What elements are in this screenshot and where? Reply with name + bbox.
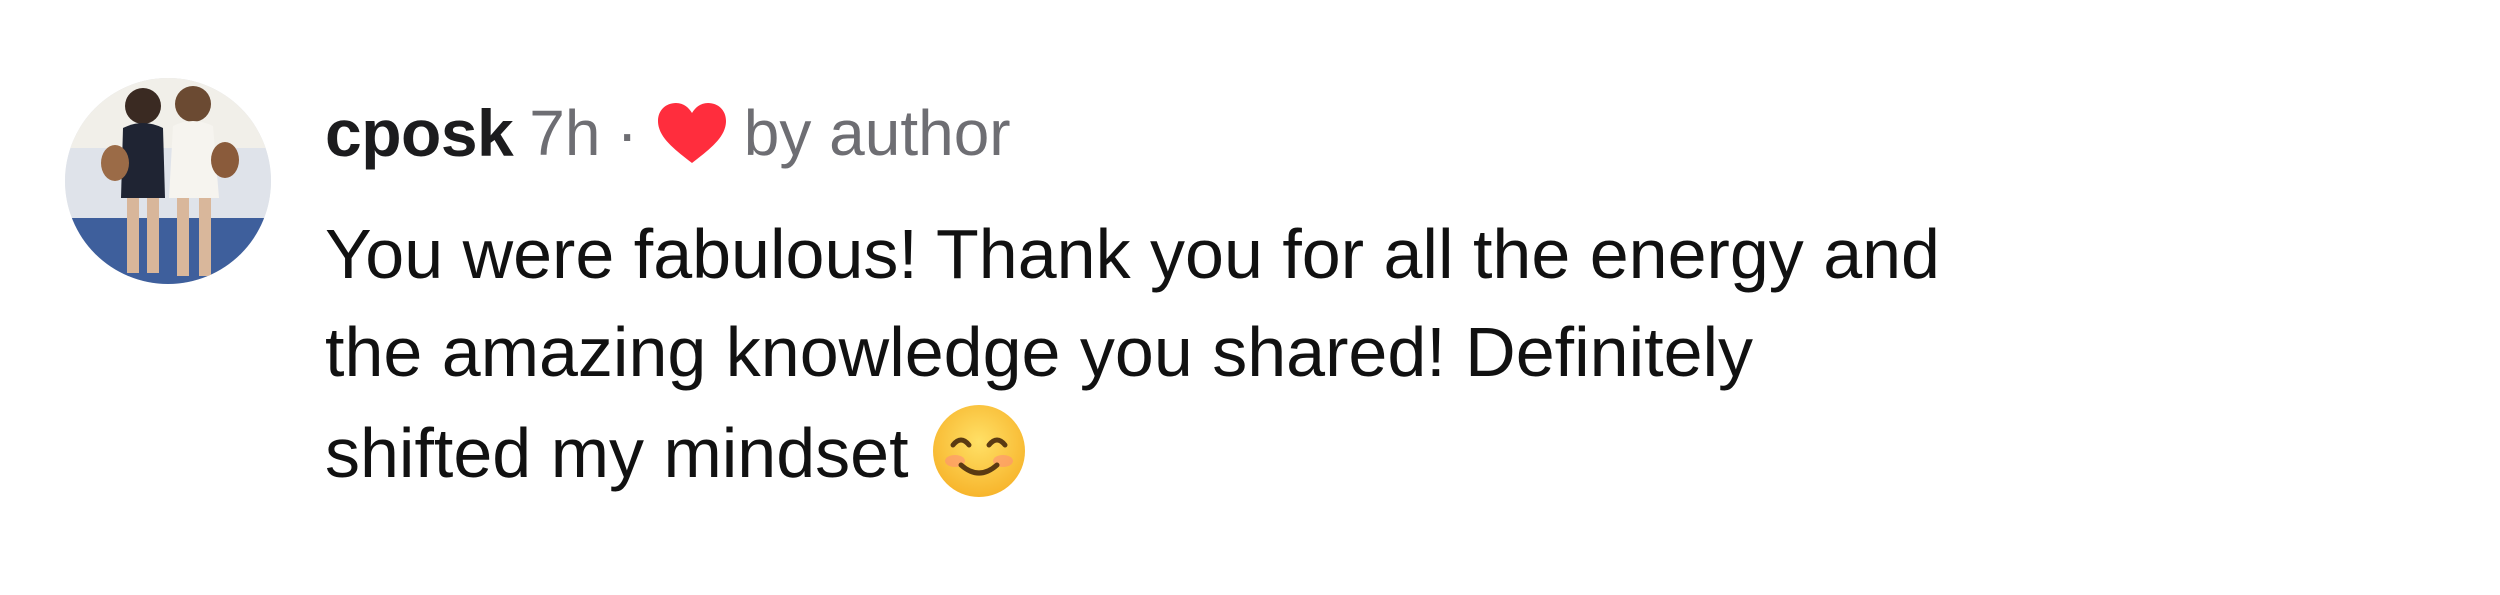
comment-item: cposk 7h · by author You were fabulous! … bbox=[0, 0, 2500, 595]
smiling-face-with-smiling-eyes-icon bbox=[932, 405, 1025, 497]
comment-line-2: the amazing knowledge you shared! Defini… bbox=[325, 313, 1754, 391]
comment-line-1: You were fabulous! Thank you for all the… bbox=[325, 215, 1940, 293]
comment-header: cposk 7h · by author bbox=[325, 88, 1011, 178]
comment-body: You were fabulous! Thank you for all the… bbox=[325, 205, 2445, 502]
timestamp: 7h bbox=[529, 97, 601, 169]
heart-icon bbox=[657, 103, 726, 163]
separator-dot: · bbox=[616, 97, 638, 169]
comment-line-3: shifted my mindset bbox=[325, 414, 909, 492]
avatar[interactable] bbox=[65, 78, 271, 284]
avatar-photo bbox=[65, 78, 271, 284]
liked-by-author-label: by author bbox=[743, 97, 1011, 169]
username[interactable]: cposk bbox=[325, 95, 514, 171]
